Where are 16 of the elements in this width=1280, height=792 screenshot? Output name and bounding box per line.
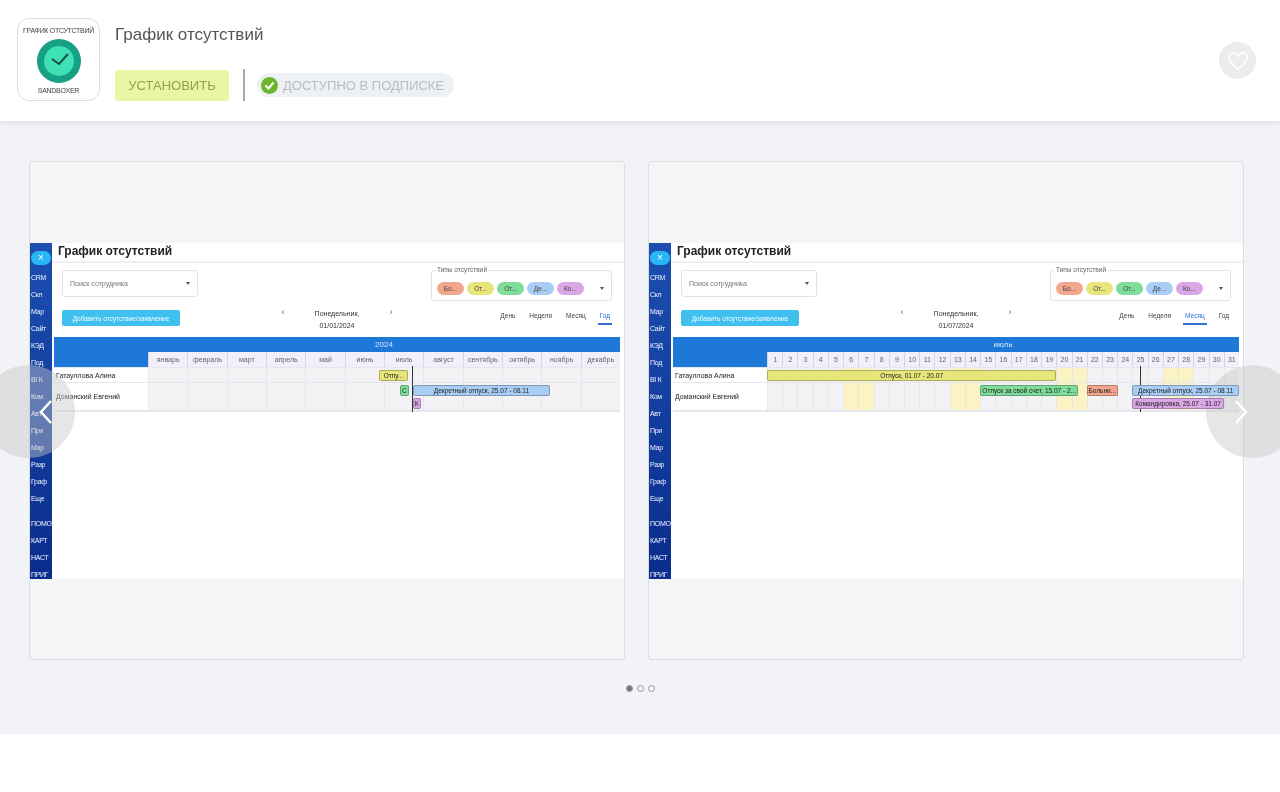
check-icon (261, 76, 278, 94)
previous-button[interactable]: ‹ (281, 308, 285, 317)
period-header: июль (767, 337, 1239, 352)
caret-icon (805, 282, 809, 285)
page-title: График отсутствий (52, 243, 624, 263)
next-button[interactable]: › (1008, 308, 1012, 317)
previous-button[interactable]: ‹ (900, 308, 904, 317)
chevron-left-icon (39, 398, 53, 425)
carousel-dot[interactable] (626, 685, 633, 692)
page-title: График отсутствий (671, 243, 1243, 263)
next-button[interactable]: › (389, 308, 393, 317)
caret-icon (600, 287, 604, 290)
app-title: График отсутствий (115, 25, 265, 46)
period-header: 2024 (148, 337, 620, 352)
caret-icon (1219, 287, 1223, 290)
caret-icon (186, 282, 190, 285)
